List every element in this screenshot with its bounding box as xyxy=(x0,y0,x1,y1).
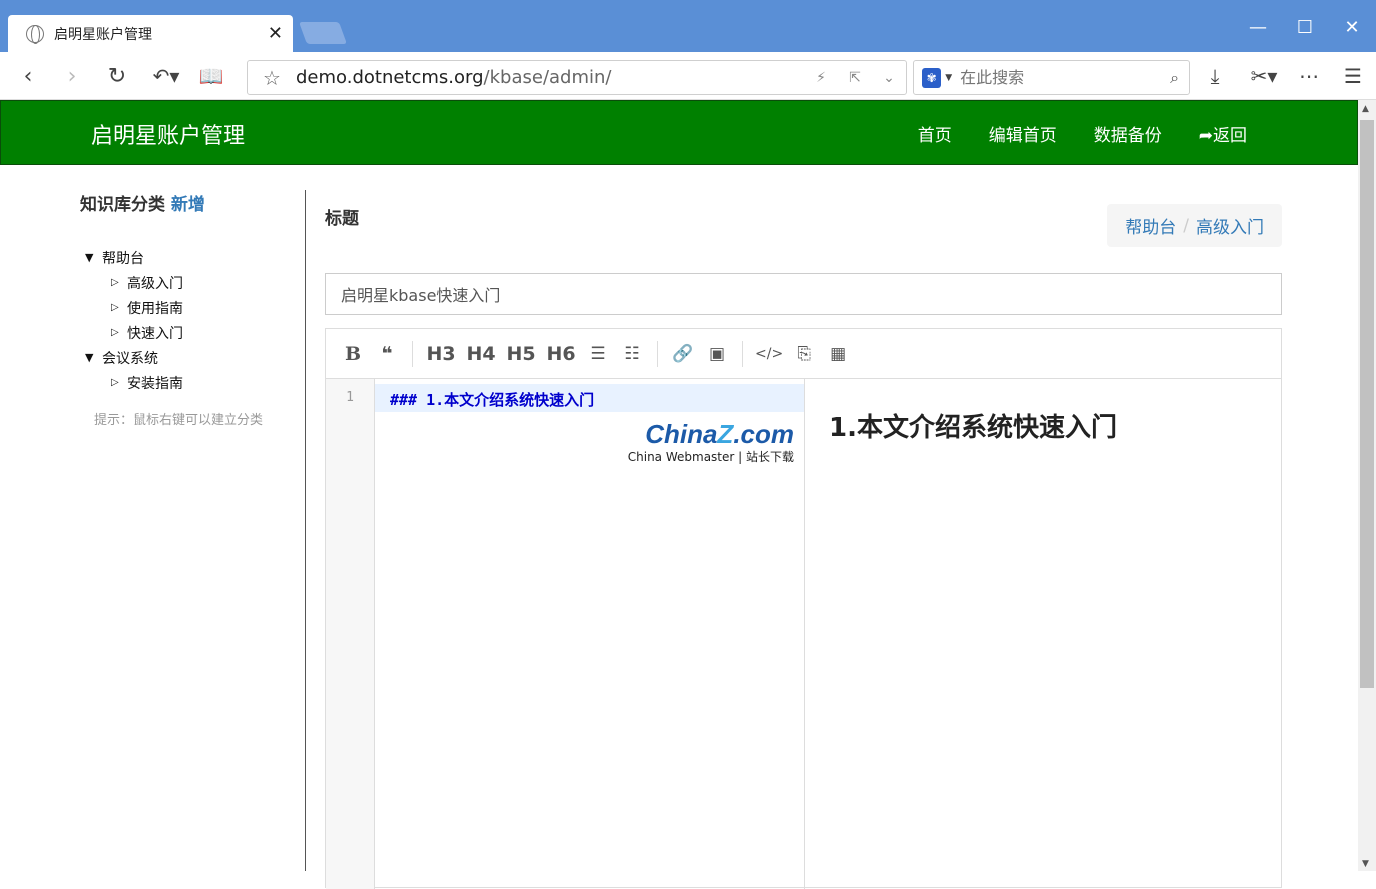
markdown-editor: B ❝ H3 H4 H5 H6 ☰ ☷ 🔗 ▣ </> ⎘ ▦ 1 ### 1.… xyxy=(325,328,1282,889)
bookmark-star-icon[interactable]: ☆ xyxy=(248,66,296,90)
forward-icon[interactable]: › xyxy=(60,62,84,90)
globe-icon xyxy=(26,24,44,44)
breadcrumb-helpdesk[interactable]: 帮助台 xyxy=(1125,213,1176,238)
title-input[interactable] xyxy=(325,273,1282,315)
new-tab-button[interactable] xyxy=(298,22,348,44)
tree-node-install-guide[interactable]: ▷ 安装指南 xyxy=(80,370,305,395)
table-button[interactable]: ▦ xyxy=(821,339,855,369)
undo-close-icon[interactable]: ↶▾ xyxy=(146,62,186,90)
markdown-preview: 1.本文介绍系统快速入门 xyxy=(805,379,1281,889)
scroll-down-icon[interactable]: ▼ xyxy=(1362,859,1369,869)
search-box[interactable]: ✾ ▼ ⌕ xyxy=(913,60,1190,95)
search-input[interactable] xyxy=(960,68,1161,87)
quote-button[interactable]: ❝ xyxy=(370,339,404,369)
editor-body: 1 ### 1.本文介绍系统快速入门 ChinaZ.com China Webm… xyxy=(326,379,1281,889)
editor-toolbar: B ❝ H3 H4 H5 H6 ☰ ☷ 🔗 ▣ </> ⎘ ▦ xyxy=(326,329,1281,379)
source-line[interactable]: ### 1.本文介绍系统快速入门 xyxy=(375,384,804,412)
chevron-down-icon[interactable]: ⌄ xyxy=(872,70,906,86)
nav-edit-home[interactable]: 编辑首页 xyxy=(989,121,1057,146)
line-number: 1 xyxy=(346,390,354,405)
collapsed-arrow-icon[interactable]: ▷ xyxy=(105,327,127,338)
h6-button[interactable]: H6 xyxy=(541,339,581,369)
search-icon[interactable]: ⌕ xyxy=(1160,68,1189,88)
site-navbar: 启明星账户管理 首页 编辑首页 数据备份 ➦返回 xyxy=(0,100,1358,165)
breadcrumb-advanced-intro[interactable]: 高级入门 xyxy=(1196,213,1264,238)
site-brand[interactable]: 启明星账户管理 xyxy=(91,118,245,150)
menu-icon[interactable]: ☰ xyxy=(1340,62,1366,90)
baidu-paw-icon[interactable]: ✾ xyxy=(922,67,942,88)
expanded-arrow-icon[interactable]: ▼ xyxy=(80,351,102,364)
breadcrumb: 帮助台 / 高级入门 xyxy=(1107,204,1282,247)
url-text[interactable]: demo.dotnetcms.org/kbase/admin/ xyxy=(296,67,804,88)
link-button[interactable]: 🔗 xyxy=(666,339,700,369)
collapsed-arrow-icon[interactable]: ▷ xyxy=(105,302,127,313)
bold-button[interactable]: B xyxy=(336,339,370,369)
tree-node-meeting-system[interactable]: ▼ 会议系统 xyxy=(80,345,305,370)
tab-title: 启明星账户管理 xyxy=(54,26,152,43)
maximize-icon[interactable]: ☐ xyxy=(1290,12,1320,42)
chinaz-watermark-logo: ChinaZ.com China Webmaster | 站长下载 xyxy=(627,419,794,464)
page-scrollbar[interactable]: ▲ ▼ xyxy=(1358,100,1376,871)
lightning-icon[interactable]: ⚡ xyxy=(804,70,838,86)
share-icon[interactable]: ⇱ xyxy=(838,70,872,86)
sidebar-heading: 知识库分类 新增 xyxy=(80,195,205,215)
tree-node-quick-start[interactable]: ▷ 快速入门 xyxy=(80,320,305,345)
collapsed-arrow-icon[interactable]: ▷ xyxy=(105,377,127,388)
markdown-source[interactable]: ### 1.本文介绍系统快速入门 ChinaZ.com China Webmas… xyxy=(375,379,805,889)
expanded-arrow-icon[interactable]: ▼ xyxy=(80,251,102,264)
line-gutter: 1 xyxy=(326,379,375,889)
sidebar-hint: 提示：鼠标右键可以建立分类 xyxy=(94,413,264,428)
image-button[interactable]: ▣ xyxy=(700,339,734,369)
nav-return[interactable]: ➦返回 xyxy=(1199,121,1247,146)
add-category-link[interactable]: 新增 xyxy=(171,195,205,215)
more-icon[interactable]: ⋯ xyxy=(1296,62,1322,90)
close-window-icon[interactable]: ✕ xyxy=(1337,12,1367,42)
close-tab-icon[interactable]: ✕ xyxy=(268,23,283,44)
browser-tab[interactable]: 启明星账户管理 ✕ xyxy=(8,15,293,52)
category-sidebar: 知识库分类 新增 ▼ 帮助台 ▷ 高级入门 ▷ 使用指南 ▷ 快速入门 ▼ 会议… xyxy=(80,190,305,871)
sidebar-divider xyxy=(305,190,306,871)
scroll-thumb[interactable] xyxy=(1360,120,1374,688)
code-block-button[interactable]: ⎘ xyxy=(787,339,821,369)
engine-dropdown-icon[interactable]: ▼ xyxy=(945,73,952,83)
browser-titlebar: 启明星账户管理 ✕ — ☐ ✕ xyxy=(0,0,1376,52)
tree-node-user-guide[interactable]: ▷ 使用指南 xyxy=(80,295,305,320)
download-icon[interactable]: ⤓ xyxy=(1202,62,1228,90)
ordered-list-button[interactable]: ☷ xyxy=(615,339,649,369)
h3-button[interactable]: H3 xyxy=(421,339,461,369)
scissors-icon[interactable]: ✂▾ xyxy=(1244,62,1284,90)
h5-button[interactable]: H5 xyxy=(501,339,541,369)
scroll-up-icon[interactable]: ▲ xyxy=(1362,104,1369,114)
address-bar[interactable]: ☆ demo.dotnetcms.org/kbase/admin/ ⚡ ⇱ ⌄ xyxy=(247,60,907,95)
category-tree: ▼ 帮助台 ▷ 高级入门 ▷ 使用指南 ▷ 快速入门 ▼ 会议系统 ▷ 安装指南 xyxy=(80,245,305,395)
tree-node-advanced-intro[interactable]: ▷ 高级入门 xyxy=(80,270,305,295)
back-icon[interactable]: ‹ xyxy=(16,62,40,90)
browser-toolbar: ‹ › ↻ ↶▾ 📖 ☆ demo.dotnetcms.org/kbase/ad… xyxy=(0,52,1376,100)
minimize-icon[interactable]: — xyxy=(1243,12,1273,42)
inline-code-button[interactable]: </> xyxy=(751,339,787,369)
collapsed-arrow-icon[interactable]: ▷ xyxy=(105,277,127,288)
nav-links: 首页 编辑首页 数据备份 ➦返回 xyxy=(881,121,1247,146)
nav-home[interactable]: 首页 xyxy=(918,121,952,146)
nav-data-backup[interactable]: 数据备份 xyxy=(1094,121,1162,146)
tree-node-helpdesk[interactable]: ▼ 帮助台 xyxy=(80,245,305,270)
title-label: 标题 xyxy=(325,209,359,229)
h4-button[interactable]: H4 xyxy=(461,339,501,369)
preview-heading: 1.本文介绍系统快速入门 xyxy=(829,413,1117,443)
unordered-list-button[interactable]: ☰ xyxy=(581,339,615,369)
reading-mode-icon[interactable]: 📖 xyxy=(198,62,224,90)
refresh-icon[interactable]: ↻ xyxy=(104,62,130,90)
